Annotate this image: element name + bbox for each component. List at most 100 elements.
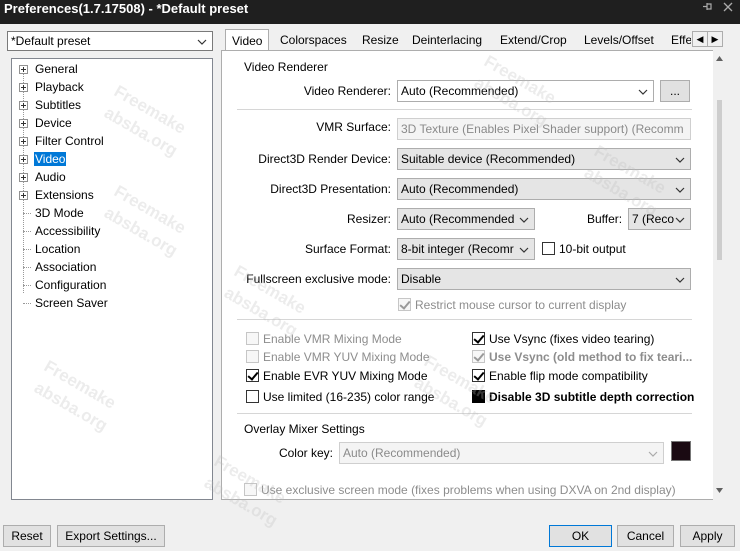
expand-icon[interactable] bbox=[19, 83, 28, 92]
ok-button[interactable]: OK bbox=[549, 525, 612, 547]
tree-item-label: 3D Mode bbox=[35, 206, 84, 220]
video-renderer-select[interactable]: Auto (Recommended) bbox=[397, 80, 654, 102]
vmr-surface-label: VMR Surface: bbox=[316, 120, 391, 134]
video-settings-page: Video Renderer Video Renderer: Auto (Rec… bbox=[221, 50, 726, 500]
fullscreen-label: Fullscreen exclusive mode: bbox=[246, 272, 391, 286]
video-renderer-value: Auto (Recommended) bbox=[401, 84, 519, 98]
tree-item-label: Video bbox=[34, 152, 67, 166]
surface-format-select[interactable]: 8-bit integer (Recomr bbox=[397, 238, 535, 260]
expand-icon[interactable] bbox=[19, 191, 28, 200]
cancel-button[interactable]: Cancel bbox=[617, 525, 674, 547]
expand-icon[interactable] bbox=[19, 101, 28, 110]
apply-button[interactable]: Apply bbox=[680, 525, 735, 547]
tree-item-label: Device bbox=[35, 116, 72, 130]
fullscreen-select[interactable]: Disable bbox=[397, 268, 691, 290]
surface-format-value: 8-bit integer (Recomr bbox=[401, 242, 514, 256]
flip-mode-checkbox[interactable] bbox=[472, 369, 485, 382]
tree-connector bbox=[23, 231, 31, 232]
limited-range-label: Use limited (16-235) color range bbox=[263, 390, 435, 404]
tree-connector bbox=[23, 285, 31, 286]
reset-button[interactable]: Reset bbox=[3, 525, 51, 547]
chevron-down-icon bbox=[638, 89, 648, 95]
overlay-group-title: Overlay Mixer Settings bbox=[244, 422, 365, 436]
expand-icon[interactable] bbox=[19, 155, 28, 164]
buffer-select[interactable]: 7 (Reco bbox=[628, 208, 691, 230]
page-scrollbar[interactable] bbox=[713, 50, 726, 500]
color-key-swatch[interactable] bbox=[671, 441, 691, 461]
d3d-device-select[interactable]: Suitable device (Recommended) bbox=[397, 148, 691, 170]
expand-icon[interactable] bbox=[19, 137, 28, 146]
tree-item-label: Configuration bbox=[35, 278, 107, 292]
tree-item-label: Location bbox=[35, 242, 81, 256]
vsync-old-checkbox bbox=[472, 350, 485, 363]
tab-strip: Video Colorspaces Resize Deinterlacing E… bbox=[221, 29, 705, 51]
divider bbox=[237, 109, 692, 110]
color-key-value: Auto (Recommended) bbox=[343, 446, 461, 460]
tab-effects[interactable]: Effe bbox=[671, 31, 691, 50]
resizer-value: Auto (Recommended bbox=[401, 212, 515, 226]
expand-icon[interactable] bbox=[19, 65, 28, 74]
chevron-down-icon bbox=[675, 277, 685, 283]
disable-3d-sub-label: Disable 3D subtitle depth correction bbox=[489, 390, 695, 404]
category-tree[interactable]: General Playback Subtitles Device Filter… bbox=[11, 58, 213, 500]
tab-deinterlacing[interactable]: Deinterlacing bbox=[412, 31, 482, 50]
vmr-mixing-checkbox bbox=[246, 332, 259, 345]
chevron-down-icon bbox=[675, 187, 685, 193]
tab-video[interactable]: Video bbox=[225, 29, 270, 51]
chevron-down-icon bbox=[675, 217, 685, 223]
tab-resize[interactable]: Resize bbox=[362, 31, 399, 50]
limited-range-checkbox[interactable] bbox=[246, 390, 259, 403]
buffer-label: Buffer: bbox=[587, 212, 623, 226]
close-icon[interactable] bbox=[721, 0, 735, 17]
scroll-thumb[interactable] bbox=[717, 100, 722, 260]
vmr-mixing-label: Enable VMR Mixing Mode bbox=[263, 332, 402, 346]
vsync-old-label: Use Vsync (old method to fix teari... bbox=[489, 350, 693, 364]
restrict-mouse-checkbox bbox=[398, 298, 411, 311]
disable-3d-sub-checkbox[interactable] bbox=[472, 390, 485, 403]
restrict-mouse-label: Restrict mouse cursor to current display bbox=[415, 298, 627, 312]
preset-value: *Default preset bbox=[11, 34, 91, 48]
tree-connector bbox=[23, 213, 31, 214]
chevron-down-icon bbox=[675, 157, 685, 163]
resizer-label: Resizer: bbox=[346, 212, 391, 226]
evr-yuv-label: Enable EVR YUV Mixing Mode bbox=[263, 369, 428, 383]
d3d-presentation-select[interactable]: Auto (Recommended) bbox=[397, 178, 691, 200]
tree-item-label: Audio bbox=[35, 170, 66, 184]
preset-select[interactable]: *Default preset bbox=[7, 31, 213, 51]
tab-scroll-left-icon[interactable]: ◀ bbox=[692, 31, 708, 47]
tree-connector bbox=[23, 249, 31, 250]
tree-item-label: Playback bbox=[35, 80, 84, 94]
d3d-device-value: Suitable device (Recommended) bbox=[401, 152, 576, 166]
renderer-settings-button[interactable]: ... bbox=[660, 80, 690, 102]
evr-yuv-checkbox[interactable] bbox=[246, 369, 259, 382]
expand-icon[interactable] bbox=[19, 173, 28, 182]
tab-colorspaces[interactable]: Colorspaces bbox=[280, 31, 347, 50]
d3d-device-label: Direct3D Render Device: bbox=[258, 152, 391, 166]
tree-item-label: Screen Saver bbox=[35, 296, 108, 310]
resizer-select[interactable]: Auto (Recommended bbox=[397, 208, 535, 230]
scroll-down-icon[interactable] bbox=[716, 488, 723, 493]
vmr-yuv-label: Enable VMR YUV Mixing Mode bbox=[263, 350, 430, 364]
video-renderer-group-title: Video Renderer bbox=[244, 60, 328, 74]
chevron-down-icon bbox=[197, 39, 207, 45]
expand-icon[interactable] bbox=[19, 119, 28, 128]
color-key-select: Auto (Recommended) bbox=[339, 442, 664, 464]
tab-scroll-right-icon[interactable]: ▶ bbox=[707, 31, 723, 47]
pin-icon[interactable] bbox=[700, 0, 714, 17]
exclusive-mode-label: Use exclusive screen mode (fixes problem… bbox=[261, 483, 676, 497]
vmr-surface-value: 3D Texture (Enables Pixel Shader support… bbox=[401, 122, 684, 136]
tree-connector bbox=[23, 267, 31, 268]
tab-levels-offset[interactable]: Levels/Offset bbox=[584, 31, 654, 50]
divider bbox=[237, 319, 692, 320]
scroll-up-icon[interactable] bbox=[716, 56, 723, 61]
chevron-down-icon bbox=[519, 247, 529, 253]
tree-item-label: Subtitles bbox=[35, 98, 82, 112]
tree-item-label: Association bbox=[35, 260, 97, 274]
chevron-down-icon bbox=[648, 451, 658, 457]
vsync-checkbox[interactable] bbox=[472, 332, 485, 345]
fullscreen-value: Disable bbox=[401, 272, 442, 286]
ten-bit-checkbox[interactable] bbox=[542, 242, 555, 255]
export-settings-button[interactable]: Export Settings... bbox=[57, 525, 165, 547]
exclusive-mode-checkbox bbox=[244, 483, 257, 496]
tab-extend-crop[interactable]: Extend/Crop bbox=[500, 31, 567, 50]
